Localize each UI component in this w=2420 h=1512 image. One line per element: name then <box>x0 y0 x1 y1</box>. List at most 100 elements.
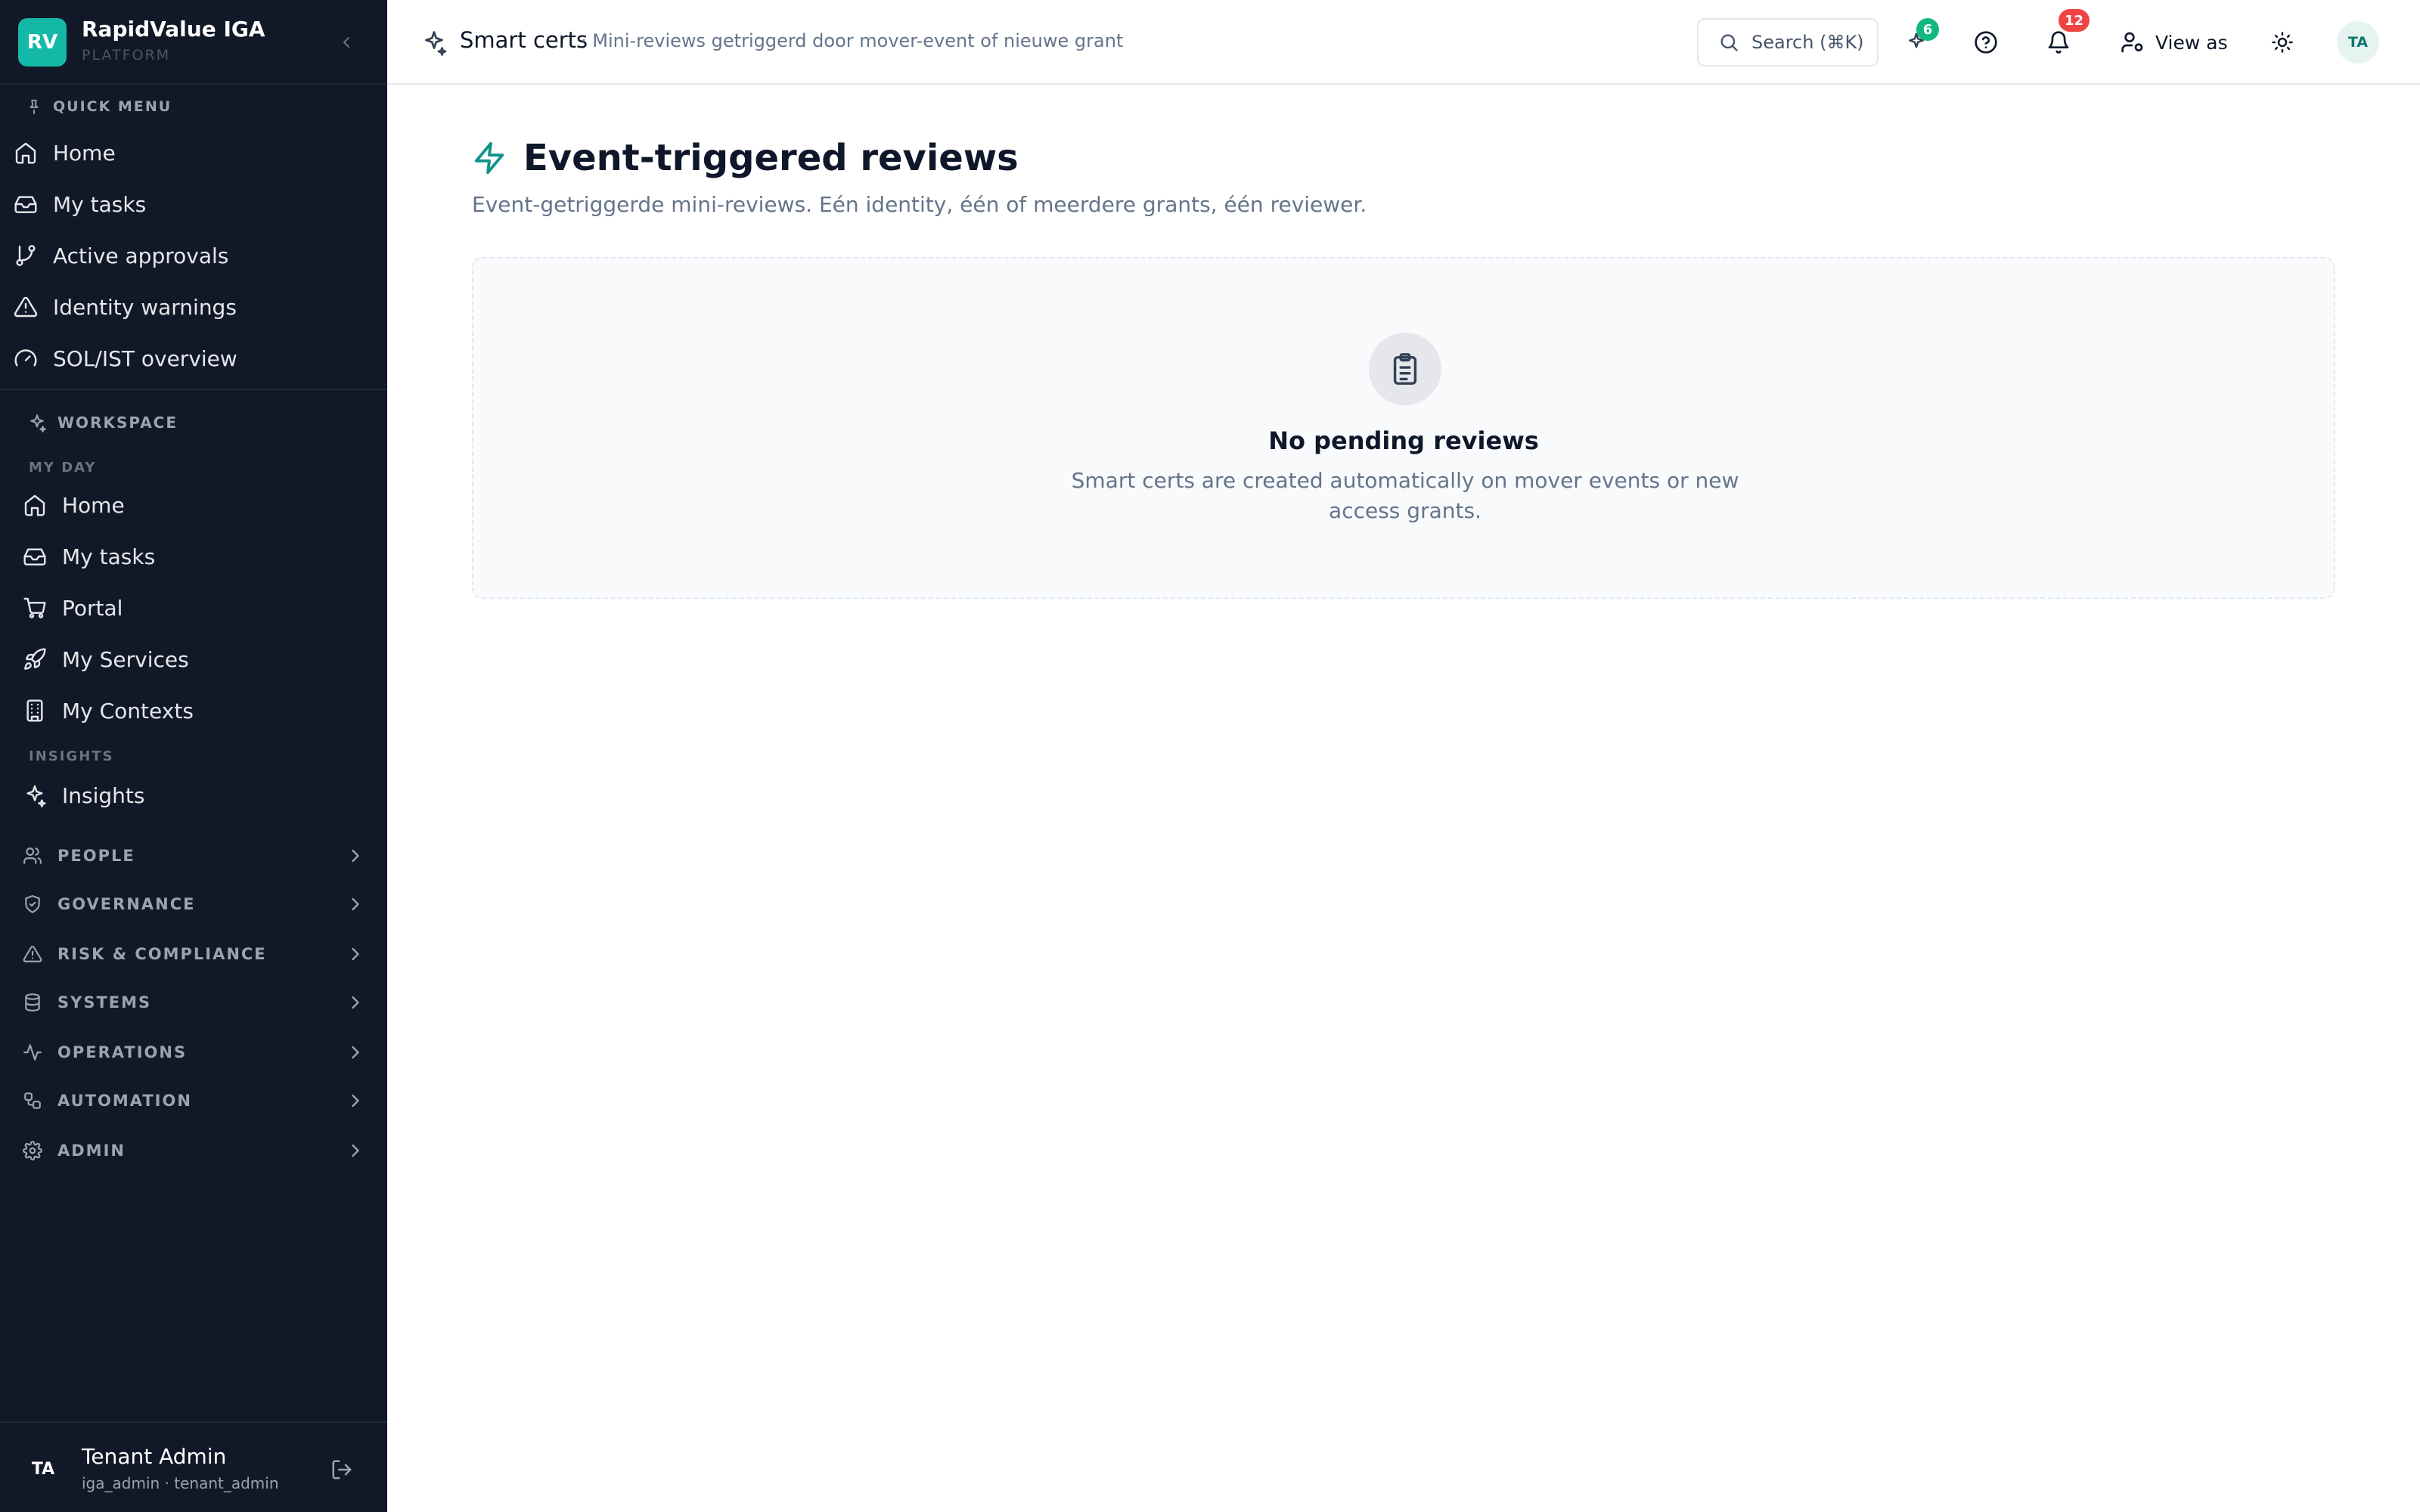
help-button[interactable] <box>1971 27 2001 57</box>
quick-menu-label-text: QUICK MENU <box>53 98 172 115</box>
quick-item-sol-ist-overview[interactable]: SOL/IST overview <box>12 336 375 381</box>
chevron-right-icon <box>352 947 359 961</box>
group-admin[interactable]: ADMIN <box>21 1129 366 1172</box>
workspace-item-label: My Services <box>62 646 189 672</box>
theme-toggle-button[interactable] <box>2267 27 2297 57</box>
group-automation[interactable]: AUTOMATION <box>21 1080 366 1122</box>
brand-logo: RV <box>18 18 67 67</box>
sparkles-icon <box>30 414 46 432</box>
group-label: GOVERNANCE <box>57 895 196 913</box>
chevron-right-icon <box>352 897 359 911</box>
quick-item-label: SOL/IST overview <box>53 345 237 371</box>
chevron-right-icon <box>352 1144 359 1157</box>
workspace-item-label: Portal <box>62 595 123 621</box>
warning-icon <box>12 293 39 321</box>
quick-item-label: Identity warnings <box>53 294 237 320</box>
warning-icon <box>21 943 44 965</box>
home-icon <box>12 139 39 166</box>
insights-label: INSIGHTS <box>29 748 114 764</box>
header-subtitle: · Mini-reviews getriggerd door mover-eve… <box>581 30 1124 51</box>
insights-badge: 6 <box>1916 18 1939 41</box>
workspace-item-label: My Contexts <box>62 698 194 723</box>
workspace-label[interactable]: WORKSPACE <box>27 413 178 432</box>
activity-icon <box>21 1041 44 1064</box>
help-icon <box>1975 31 1997 54</box>
sidebar-divider <box>0 389 387 390</box>
workspace-item-insights[interactable]: Insights <box>21 773 375 818</box>
my-day-label: MY DAY <box>29 460 97 476</box>
user-panel: TA Tenant Admin iga_admin · tenant_admin <box>0 1421 387 1512</box>
building-icon <box>21 697 48 724</box>
page-title-row: Event-triggered reviews <box>472 133 1019 183</box>
empty-state-text: Smart certs are created automatically on… <box>1071 468 1739 523</box>
view-as-label: View as <box>2155 31 2228 54</box>
notifications-button[interactable] <box>2043 27 2074 57</box>
user-name: Tenant Admin <box>82 1444 227 1469</box>
user-avatar: TA <box>23 1448 64 1489</box>
workspace-label-text: WORKSPACE <box>57 414 178 432</box>
logout-icon <box>332 1460 352 1479</box>
workflow-icon <box>21 1089 44 1112</box>
group-governance[interactable]: GOVERNANCE <box>21 883 366 925</box>
pin-icon <box>29 99 39 115</box>
group-label: SYSTEMS <box>57 993 152 1012</box>
search-label: Search (⌘K) <box>1751 32 1864 53</box>
workspace-item-my-tasks[interactable]: My tasks <box>21 534 375 579</box>
git-branch-icon <box>12 242 39 269</box>
sidebar: RV RapidValue IGA PLATFORM QUICK MENU Ho… <box>0 0 387 1512</box>
group-label: ADMIN <box>57 1142 126 1160</box>
bell-icon <box>2048 31 2069 54</box>
workspace-item-label: Insights <box>62 782 145 808</box>
database-icon <box>21 991 44 1014</box>
gear-icon <box>21 1139 44 1162</box>
workspace-item-my-contexts[interactable]: My Contexts <box>21 688 375 733</box>
sparkles-icon <box>21 782 48 809</box>
group-label: RISK & COMPLIANCE <box>57 945 267 963</box>
quick-item-label: My tasks <box>53 191 147 217</box>
group-label: AUTOMATION <box>57 1092 192 1110</box>
users-icon <box>21 844 44 867</box>
group-people[interactable]: PEOPLE <box>21 835 366 877</box>
search-button[interactable]: Search (⌘K) <box>1697 18 1879 67</box>
search-icon <box>1720 34 1738 51</box>
collapse-sidebar-button[interactable] <box>333 29 360 56</box>
quick-item-home[interactable]: Home <box>12 130 375 175</box>
view-as-button[interactable]: View as <box>2121 24 2228 60</box>
workspace-item-portal[interactable]: Portal <box>21 585 375 631</box>
group-risk-compliance[interactable]: RISK & COMPLIANCE <box>21 933 366 975</box>
sparkles-icon <box>425 31 447 56</box>
group-label: PEOPLE <box>57 847 135 865</box>
chevron-right-icon <box>352 1094 359 1108</box>
empty-state-card: No pending reviews Smart certs are creat… <box>472 257 2335 599</box>
gauge-icon <box>12 345 39 372</box>
quick-item-label: Home <box>53 140 116 166</box>
brand-subtitle: PLATFORM <box>82 47 171 64</box>
group-systems[interactable]: SYSTEMS <box>21 981 366 1024</box>
lightning-icon <box>474 141 504 175</box>
header-title: Smart certs <box>460 27 588 53</box>
workspace-item-home[interactable]: Home <box>21 482 375 528</box>
quick-item-identity-warnings[interactable]: Identity warnings <box>12 284 375 330</box>
page-title: Event-triggered reviews <box>523 137 1019 179</box>
header-avatar[interactable]: TA <box>2337 21 2379 64</box>
quick-item-active-approvals[interactable]: Active approvals <box>12 233 375 278</box>
shield-icon <box>21 893 44 916</box>
sun-icon <box>2272 32 2293 53</box>
workspace-item-my-services[interactable]: My Services <box>21 637 375 682</box>
chevron-right-icon <box>352 1046 359 1059</box>
home-icon <box>21 491 48 519</box>
user-cog-icon <box>2121 32 2143 53</box>
group-label: OPERATIONS <box>57 1043 188 1061</box>
quick-item-my-tasks[interactable]: My tasks <box>12 181 375 227</box>
workspace-item-label: My tasks <box>62 544 156 569</box>
user-role: iga_admin · tenant_admin <box>82 1474 279 1492</box>
brand-name: RapidValue IGA <box>82 17 265 42</box>
chevron-left-icon <box>343 37 349 48</box>
quick-item-label: Active approvals <box>53 243 229 268</box>
clipboard-icon <box>1369 333 1441 405</box>
logout-button[interactable] <box>327 1455 357 1485</box>
page-description: Event-getriggerde mini-reviews. Eén iden… <box>472 192 1367 217</box>
chevron-right-icon <box>352 996 359 1009</box>
brand-header: RV RapidValue IGA PLATFORM <box>0 0 387 85</box>
group-operations[interactable]: OPERATIONS <box>21 1031 366 1074</box>
